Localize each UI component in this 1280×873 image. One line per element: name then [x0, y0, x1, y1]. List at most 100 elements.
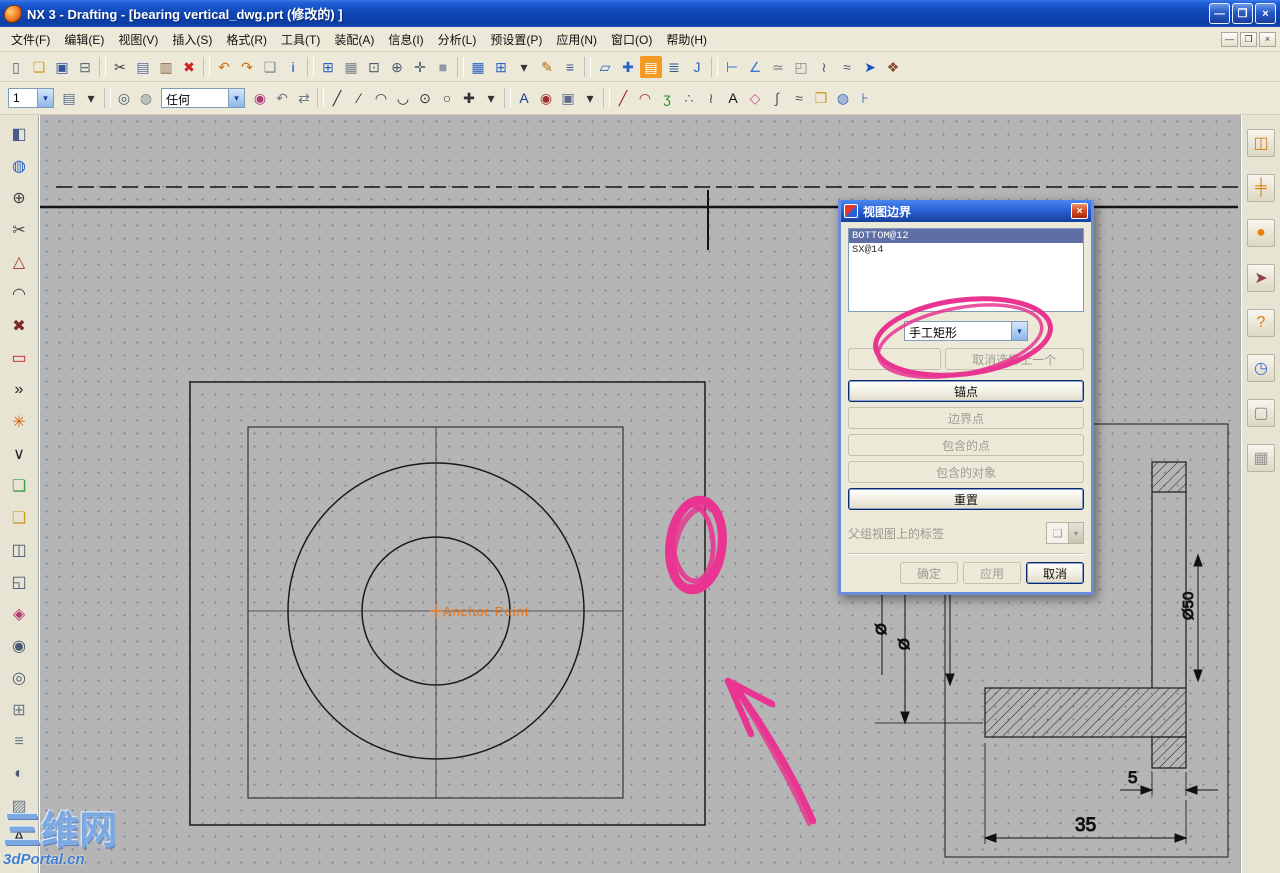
copy-icon[interactable]: ▤: [132, 56, 154, 78]
menu-window[interactable]: 窗口(O): [604, 28, 659, 51]
new-file-icon[interactable]: ▯: [5, 56, 27, 78]
history-clock-icon[interactable]: ◷: [1247, 354, 1275, 382]
datum-csys-icon[interactable]: ➤: [859, 56, 881, 78]
fit-view-icon[interactable]: ▦: [340, 56, 362, 78]
cancel-button[interactable]: 取消: [1026, 562, 1084, 584]
roles-icon[interactable]: ➤: [1247, 264, 1275, 292]
section-curve-icon[interactable]: ∫: [766, 87, 788, 109]
view-boundary-tool-icon[interactable]: ▭: [6, 345, 32, 371]
menu-tools[interactable]: 工具(T): [274, 28, 327, 51]
table-caret-icon[interactable]: ▾: [513, 56, 535, 78]
break-view-icon[interactable]: ⊞: [6, 697, 32, 723]
inclined-line-icon[interactable]: ∕: [348, 87, 370, 109]
maximize-button[interactable]: ❐: [1232, 3, 1253, 24]
layer-settings-icon[interactable]: ▤: [58, 87, 80, 109]
menu-view[interactable]: 视图(V): [111, 28, 165, 51]
view-break-icon[interactable]: ✂: [6, 217, 32, 243]
save-icon[interactable]: ▣: [51, 56, 73, 78]
menu-analysis[interactable]: 分析(L): [431, 28, 484, 51]
curve-analysis-icon[interactable]: ≀: [813, 56, 835, 78]
symbol-caret-icon[interactable]: ▾: [579, 87, 601, 109]
menu-format[interactable]: 格式(R): [219, 28, 274, 51]
information-icon[interactable]: i: [282, 56, 304, 78]
view-list-icon[interactable]: ≡: [6, 729, 32, 755]
cylinder-blue-icon[interactable]: ◍: [832, 87, 854, 109]
screenshot-icon[interactable]: ❑: [259, 56, 281, 78]
three-point-arc-icon[interactable]: ◡: [392, 87, 414, 109]
menu-help[interactable]: 帮助(H): [659, 28, 714, 51]
minimize-button[interactable]: —: [1209, 3, 1230, 24]
mdi-minimize-button[interactable]: —: [1221, 31, 1238, 47]
delete-icon[interactable]: ✖: [178, 56, 200, 78]
layer-caret-icon[interactable]: ▾: [80, 87, 102, 109]
datum-axis-icon[interactable]: ✚: [617, 56, 639, 78]
menu-information[interactable]: 信息(I): [381, 28, 430, 51]
zoom-tool-icon[interactable]: ⊕: [6, 185, 32, 211]
datum-plane-icon[interactable]: ▱: [594, 56, 616, 78]
mdi-restore-button[interactable]: ❐: [1240, 31, 1257, 47]
detail-view-icon[interactable]: ◈: [6, 601, 32, 627]
refresh-grid-icon[interactable]: ⊞: [317, 56, 339, 78]
view-list-item-sx[interactable]: SX@14: [849, 243, 1083, 257]
anchor-point-button[interactable]: 锚点: [848, 380, 1084, 402]
solid-cylinder-icon[interactable]: ◍: [135, 87, 157, 109]
wave-icon[interactable]: ≈: [788, 87, 810, 109]
close-button[interactable]: ×: [1255, 3, 1276, 24]
tabular-note-icon[interactable]: ▦: [467, 56, 489, 78]
section-analysis-icon[interactable]: ≃: [767, 56, 789, 78]
dimension-tab-icon[interactable]: ╪: [1247, 174, 1275, 202]
custom-symbol-icon[interactable]: ▣: [557, 87, 579, 109]
half-section-view-icon[interactable]: ◎: [6, 665, 32, 691]
edit-object-display-icon[interactable]: ◧: [6, 121, 32, 147]
view-list[interactable]: BOTTOM@12 SX@14: [848, 228, 1084, 312]
circle-center-icon[interactable]: ⊙: [414, 87, 436, 109]
face-analysis-icon[interactable]: ≈: [836, 56, 858, 78]
ruler-plus-icon[interactable]: ⊦: [854, 87, 876, 109]
chevron-down-icon[interactable]: ▾: [37, 89, 53, 107]
sheet-book-icon[interactable]: ≣: [663, 56, 685, 78]
drafting-application-icon[interactable]: ▤: [640, 55, 662, 78]
zoom-icon[interactable]: ⊕: [386, 56, 408, 78]
dialog-close-icon[interactable]: ×: [1071, 203, 1088, 219]
open-folder-icon[interactable]: ❏: [28, 56, 50, 78]
shaded-display-icon[interactable]: ■: [432, 56, 454, 78]
assembly-cube-icon[interactable]: ❖: [882, 56, 904, 78]
bold-text-icon[interactable]: A: [722, 87, 744, 109]
open-sheet-icon[interactable]: ❏: [6, 505, 32, 531]
wcs-target-icon[interactable]: ◎: [113, 87, 135, 109]
chevron-down-icon[interactable]: ▾: [228, 89, 244, 107]
curves-caret-icon[interactable]: ▾: [480, 87, 502, 109]
projected-view-icon[interactable]: ◱: [6, 569, 32, 595]
menu-edit[interactable]: 编辑(E): [57, 28, 111, 51]
helix-dimension-icon[interactable]: ʒ: [656, 87, 678, 109]
vda-checker-icon[interactable]: ◰: [790, 56, 812, 78]
materials-ball-icon[interactable]: ●: [1247, 219, 1275, 247]
chamfer-tool-icon[interactable]: ✖: [6, 313, 32, 339]
expand-chevron-icon[interactable]: ∨: [6, 441, 32, 467]
points-cloud-icon[interactable]: ∴: [678, 87, 700, 109]
measure-distance-icon[interactable]: ⊢: [721, 56, 743, 78]
boundary-mode-combo[interactable]: 手工矩形 ▾: [904, 321, 1028, 341]
datum-triangle-icon[interactable]: △: [6, 249, 32, 275]
annotation-pencil-icon[interactable]: ✎: [536, 56, 558, 78]
dialog-title-bar[interactable]: 视图边界 ×: [841, 200, 1091, 222]
selection-filter-combo[interactable]: 任何 ▾: [161, 88, 245, 108]
menu-file[interactable]: 文件(F): [4, 28, 57, 51]
selection-ball-icon[interactable]: ◉: [249, 87, 271, 109]
section-view-icon[interactable]: ◉: [6, 633, 32, 659]
cut-scissors-icon[interactable]: ✂: [109, 56, 131, 78]
measure-angle-icon[interactable]: ∠: [744, 56, 766, 78]
line-tool-icon[interactable]: ╱: [326, 87, 348, 109]
fillet-tool-icon[interactable]: ◠: [6, 281, 32, 307]
undo-icon[interactable]: ↶: [213, 56, 235, 78]
layout-tab-icon[interactable]: ◫: [1247, 129, 1275, 157]
symbol-list-icon[interactable]: ≡: [559, 56, 581, 78]
help-icon[interactable]: ?: [1247, 309, 1275, 337]
swap-view-icon[interactable]: ⇄: [293, 87, 315, 109]
display-update-icon[interactable]: ✳: [6, 409, 32, 435]
palette-page-icon[interactable]: ▢: [1247, 399, 1275, 427]
view-list-item-bottom[interactable]: BOTTOM@12: [849, 229, 1083, 243]
pan-icon[interactable]: ✛: [409, 56, 431, 78]
circle-tool-icon[interactable]: ○: [436, 87, 458, 109]
point-tool-icon[interactable]: ✚: [458, 87, 480, 109]
